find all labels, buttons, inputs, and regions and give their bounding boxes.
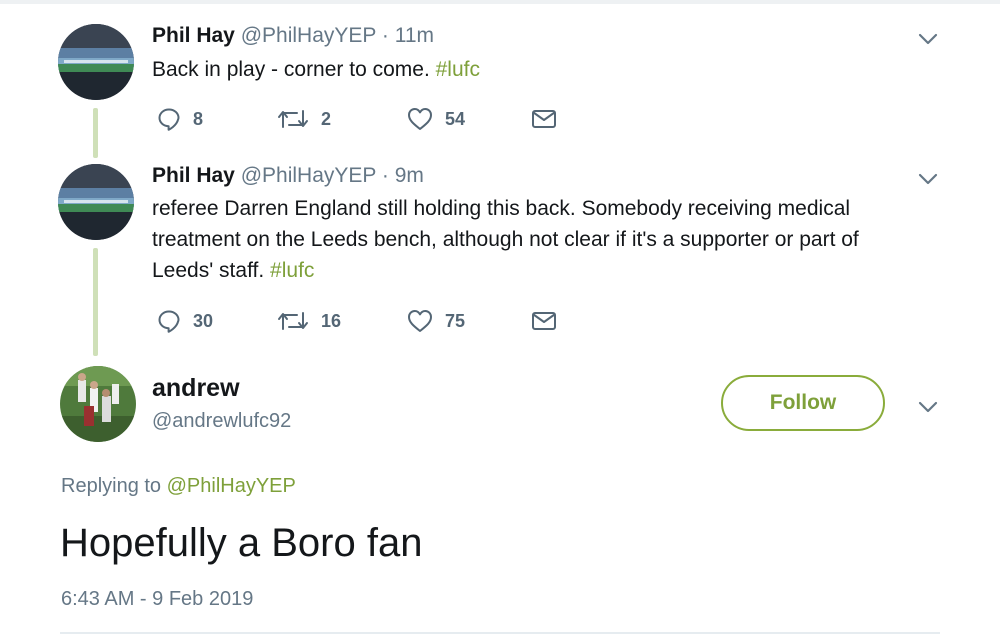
retweet-button[interactable]: 2 [277, 106, 331, 132]
reply-button[interactable]: 8 [157, 106, 203, 132]
like-icon [407, 107, 433, 131]
like-button[interactable]: 75 [407, 308, 465, 334]
author-name[interactable]: Phil Hay [152, 164, 235, 187]
tweet-header: Phil Hay @PhilHayYEP · 9m [152, 164, 424, 188]
like-count: 75 [445, 310, 466, 331]
chevron-down-icon[interactable] [918, 400, 938, 414]
avatar[interactable] [58, 164, 134, 240]
like-count: 54 [445, 108, 466, 129]
retweet-icon [277, 107, 309, 131]
author-handle[interactable]: @PhilHayYEP [241, 24, 376, 47]
like-button[interactable]: 54 [407, 106, 465, 132]
main-tweet-text: Hopefully a Boro fan [60, 521, 423, 565]
direct-message-icon [531, 310, 557, 332]
hashtag-link[interactable]: #lufc [270, 259, 314, 282]
tweet-text: Back in play - corner to come. #lufc [152, 54, 922, 85]
chevron-down-icon[interactable] [918, 172, 938, 186]
separator-dot: · [381, 164, 389, 187]
reply-button[interactable]: 30 [157, 308, 213, 334]
hashtag-link[interactable]: #lufc [436, 58, 480, 81]
author-handle[interactable]: @andrewlufc92 [152, 410, 291, 433]
reply-icon [157, 309, 181, 333]
replying-to: Replying to @PhilHayYEP [61, 475, 296, 498]
tweet-text: referee Darren England still holding thi… [152, 193, 922, 286]
thread-connector [93, 248, 98, 356]
reply-count: 8 [193, 108, 204, 129]
mention-link[interactable]: @PhilHayYEP [167, 475, 296, 497]
tweet-time[interactable]: 9m [395, 164, 424, 187]
tweet-header: Phil Hay @PhilHayYEP · 11m [152, 24, 434, 48]
direct-message-button[interactable] [531, 308, 557, 334]
avatar[interactable] [58, 24, 134, 100]
author-name[interactable]: andrew [152, 374, 240, 403]
bottom-divider [60, 632, 940, 634]
direct-message-icon [531, 108, 557, 130]
chevron-down-icon[interactable] [918, 32, 938, 46]
replying-prefix: Replying to [61, 475, 167, 497]
follow-button[interactable]: Follow [721, 375, 885, 431]
avatar[interactable] [60, 366, 136, 442]
like-icon [407, 309, 433, 333]
author-handle[interactable]: @PhilHayYEP [241, 164, 376, 187]
reply-icon [157, 107, 181, 131]
thread-connector [93, 108, 98, 158]
retweet-count: 2 [321, 108, 332, 129]
reply-count: 30 [193, 310, 214, 331]
tweet-time[interactable]: 11m [395, 24, 434, 47]
top-divider [0, 0, 1000, 4]
author-name[interactable]: Phil Hay [152, 24, 235, 47]
tweet-timestamp[interactable]: 6:43 AM - 9 Feb 2019 [61, 588, 253, 611]
direct-message-button[interactable] [531, 106, 557, 132]
retweet-button[interactable]: 16 [277, 308, 341, 334]
retweet-count: 16 [321, 310, 342, 331]
separator-dot: · [381, 24, 389, 47]
tweet-body: Back in play - corner to come. [152, 58, 436, 81]
retweet-icon [277, 309, 309, 333]
tweet-body: referee Darren England still holding thi… [152, 197, 859, 282]
